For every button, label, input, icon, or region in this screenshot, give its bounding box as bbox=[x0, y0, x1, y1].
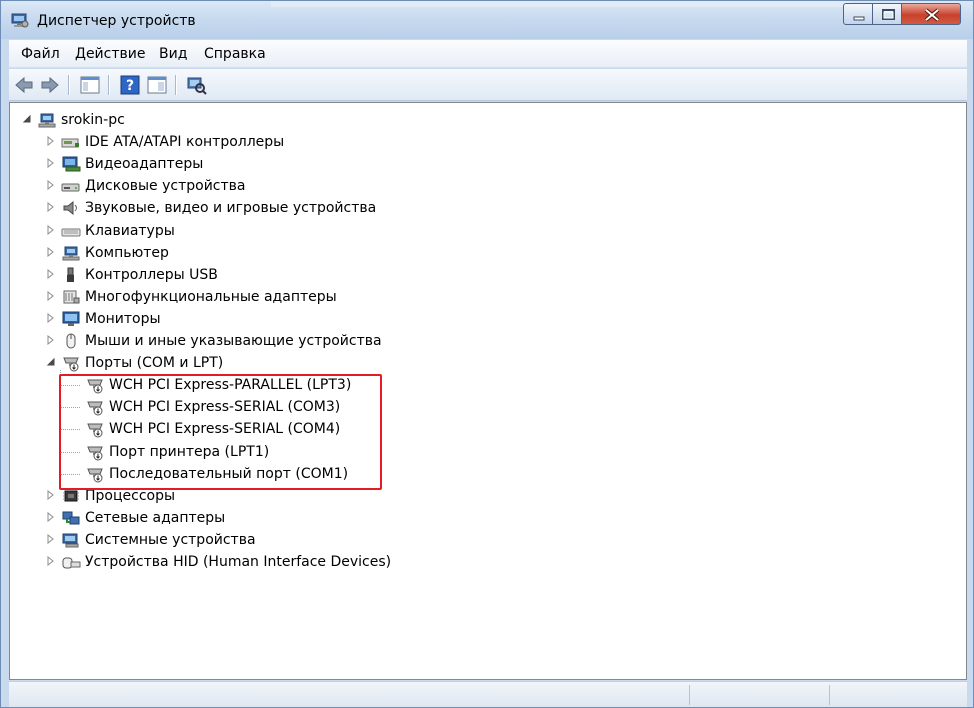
tree-item-label: Устройства HID (Human Interface Devices) bbox=[85, 554, 392, 570]
tree-item-category[interactable]: Системные устройства bbox=[46, 529, 256, 551]
close-icon bbox=[924, 8, 940, 22]
status-cell bbox=[689, 685, 829, 705]
disk-drive-icon bbox=[60, 177, 82, 195]
forward-arrow-icon[interactable] bbox=[39, 74, 61, 96]
tree-item-category[interactable]: Порты (COM и LPT) bbox=[46, 352, 223, 374]
tree-item-label: Дисковые устройства bbox=[85, 178, 246, 195]
annotation-highlight bbox=[59, 374, 382, 490]
expand-arrow-icon[interactable] bbox=[46, 289, 60, 305]
tree-item-category[interactable]: Мыши и иные указывающие устройства bbox=[46, 330, 382, 352]
back-arrow-icon[interactable] bbox=[13, 74, 35, 96]
properties-icon[interactable] bbox=[146, 74, 168, 96]
tree-item-category[interactable]: IDE ATA/ATAPI контроллеры bbox=[46, 131, 284, 153]
toolbar-separator bbox=[68, 75, 69, 95]
system-device-icon bbox=[60, 531, 82, 549]
tree-item-label: Мыши и иные указывающие устройства bbox=[85, 333, 382, 349]
expand-arrow-icon[interactable] bbox=[46, 510, 60, 526]
maximize-icon bbox=[882, 9, 895, 20]
port-icon bbox=[60, 354, 82, 372]
tree-item-label: Процессоры bbox=[85, 487, 176, 504]
tree-item-label: Системные устройства bbox=[85, 531, 256, 548]
tree-item-category[interactable]: Устройства HID (Human Interface Devices) bbox=[46, 551, 391, 573]
expand-arrow-icon[interactable] bbox=[46, 532, 60, 548]
tree-item-category[interactable]: Компьютер bbox=[46, 242, 169, 264]
svg-text:?: ? bbox=[126, 78, 134, 94]
expand-arrow-icon[interactable] bbox=[46, 267, 60, 283]
tree-item-label: IDE ATA/ATAPI контроллеры bbox=[85, 134, 285, 151]
window-title: Диспетчер устройств bbox=[37, 13, 196, 29]
toolbar-separator bbox=[108, 75, 109, 95]
expand-arrow-icon[interactable] bbox=[46, 554, 60, 570]
hid-icon bbox=[60, 553, 82, 571]
device-manager-window: Диспетчер устройств Файл Действие Вид Сп… bbox=[0, 0, 974, 708]
minimize-icon bbox=[853, 16, 865, 21]
menu-view[interactable]: Вид bbox=[159, 46, 187, 62]
expand-arrow-icon[interactable] bbox=[46, 178, 60, 194]
tree-item-label: Сетевые адаптеры bbox=[85, 509, 226, 526]
expand-arrow-icon[interactable] bbox=[46, 245, 60, 261]
menu-bar: Файл Действие Вид Справка bbox=[9, 40, 967, 68]
tree-item-category[interactable]: Звуковые, видео и игровые устройства bbox=[46, 197, 376, 219]
expand-arrow-icon[interactable] bbox=[46, 134, 60, 150]
expand-arrow-icon[interactable] bbox=[46, 333, 60, 349]
tree-item-category[interactable]: Контроллеры USB bbox=[46, 264, 218, 286]
display-adapter-icon bbox=[60, 155, 82, 173]
expand-arrow-icon[interactable] bbox=[46, 311, 60, 327]
title-bar[interactable]: Диспетчер устройств bbox=[1, 1, 973, 39]
show-hide-console-tree-icon[interactable] bbox=[79, 74, 101, 96]
tree-item-label: Порты (COM и LPT) bbox=[85, 355, 224, 372]
title-bar-glass bbox=[271, 1, 851, 7]
usb-icon bbox=[60, 266, 82, 284]
multifunction-adapter-icon bbox=[60, 288, 82, 306]
status-cell bbox=[829, 685, 967, 705]
collapse-arrow-icon[interactable] bbox=[22, 112, 36, 128]
minimize-button[interactable] bbox=[843, 3, 873, 25]
menu-action[interactable]: Действие bbox=[75, 46, 145, 62]
maximize-button[interactable] bbox=[872, 3, 902, 25]
expand-arrow-icon[interactable] bbox=[46, 223, 60, 239]
expand-arrow-icon[interactable] bbox=[46, 156, 60, 172]
tree-item-label: Компьютер bbox=[85, 244, 169, 261]
monitor-icon bbox=[60, 310, 82, 328]
tree-item-label: Контроллеры USB bbox=[85, 266, 218, 283]
menu-help[interactable]: Справка bbox=[204, 46, 266, 62]
speaker-icon bbox=[60, 199, 82, 217]
keyboard-icon bbox=[60, 222, 82, 240]
status-bar bbox=[9, 681, 967, 707]
ide-controller-icon bbox=[60, 133, 82, 151]
toolbar-separator bbox=[175, 75, 176, 95]
device-manager-icon bbox=[11, 13, 29, 28]
tree-item-label: Клавиатуры bbox=[85, 222, 175, 239]
network-adapter-icon bbox=[60, 509, 82, 527]
menu-file[interactable]: Файл bbox=[21, 46, 60, 62]
tree-item-label: srokin-pc bbox=[61, 112, 125, 128]
toolbar: ? bbox=[9, 69, 967, 101]
computer-icon bbox=[60, 244, 82, 262]
scan-hardware-icon[interactable] bbox=[185, 74, 207, 96]
tree-item-category[interactable]: Мониторы bbox=[46, 308, 161, 330]
tree-item-label: Видеоадаптеры bbox=[85, 156, 204, 173]
mouse-icon bbox=[60, 332, 82, 350]
tree-item-label: Звуковые, видео и игровые устройства bbox=[85, 200, 377, 217]
expand-arrow-icon[interactable] bbox=[46, 488, 60, 504]
tree-item-category[interactable]: Клавиатуры bbox=[46, 220, 175, 242]
tree-item-category[interactable]: Дисковые устройства bbox=[46, 175, 246, 197]
close-button[interactable] bbox=[901, 3, 961, 25]
computer-icon bbox=[36, 111, 58, 129]
help-icon[interactable]: ? bbox=[119, 74, 141, 96]
tree-item-category[interactable]: Видеоадаптеры bbox=[46, 153, 203, 175]
collapse-arrow-icon[interactable] bbox=[46, 355, 60, 371]
tree-root-node[interactable]: srokin-pc bbox=[22, 109, 125, 131]
tree-item-category[interactable]: Сетевые адаптеры bbox=[46, 507, 225, 529]
tree-item-category[interactable]: Многофункциональные адаптеры bbox=[46, 286, 337, 308]
tree-item-label: Многофункциональные адаптеры bbox=[85, 288, 337, 305]
expand-arrow-icon[interactable] bbox=[46, 200, 60, 216]
tree-item-label: Мониторы bbox=[85, 310, 161, 327]
